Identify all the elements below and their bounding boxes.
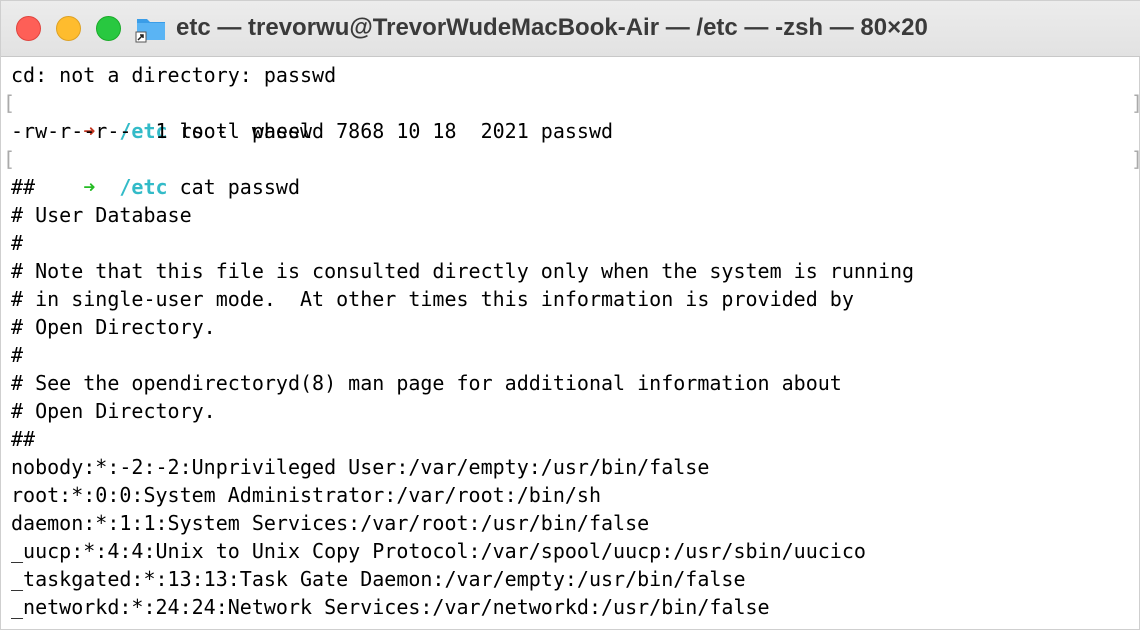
- terminal-window: etc — trevorwu@TrevorWudeMacBook-Air — /…: [0, 0, 1140, 630]
- minimize-button[interactable]: [56, 16, 81, 41]
- output-line: daemon:*:1:1:System Services:/var/root:/…: [11, 511, 650, 535]
- output-line: #: [11, 343, 24, 367]
- output-line: #: [11, 231, 24, 255]
- output-line: # Open Directory.: [11, 399, 216, 423]
- output-line: _taskgated:*:13:13:Task Gate Daemon:/var…: [11, 567, 746, 591]
- prompt-line: [➜ /etc cat passwd ]: [3, 145, 1140, 199]
- terminal-content[interactable]: cd: not a directory: passwd [➜ /etc ls -…: [3, 61, 1140, 627]
- output-line: ##: [11, 175, 36, 199]
- output-line: ##: [11, 427, 36, 451]
- output-line: _networkd:*:24:24:Network Services:/var/…: [11, 595, 770, 619]
- mark-right: ]: [1131, 145, 1140, 173]
- output-line: # Open Directory.: [11, 315, 216, 339]
- terminal-line: -rw-r--r-- 1 root wheel 7868 10 18 2021 …: [11, 119, 614, 143]
- output-line: # See the opendirectoryd(8) man page for…: [11, 371, 842, 395]
- mark-left: [: [3, 147, 16, 171]
- output-line: # Note that this file is consulted direc…: [11, 259, 915, 283]
- folder-alias-icon: [135, 19, 165, 43]
- terminal-line: cd: not a directory: passwd: [11, 63, 337, 87]
- close-button[interactable]: [16, 16, 41, 41]
- output-line: # in single-user mode. At other times th…: [11, 287, 854, 311]
- title-bar[interactable]: etc — trevorwu@TrevorWudeMacBook-Air — /…: [1, 1, 1140, 57]
- mark-right: ]: [1131, 89, 1140, 117]
- output-line: root:*:0:0:System Administrator:/var/roo…: [11, 483, 602, 507]
- maximize-button[interactable]: [96, 16, 121, 41]
- output-line: # User Database: [11, 203, 192, 227]
- mark-left: [: [3, 91, 16, 115]
- prompt-line: [➜ /etc ls -l passwd ]: [3, 89, 1140, 143]
- output-line: nobody:*:-2:-2:Unprivileged User:/var/em…: [11, 455, 710, 479]
- window-title: etc — trevorwu@TrevorWudeMacBook-Air — /…: [176, 14, 928, 41]
- output-line: _uucp:*:4:4:Unix to Unix Copy Protocol:/…: [11, 539, 866, 563]
